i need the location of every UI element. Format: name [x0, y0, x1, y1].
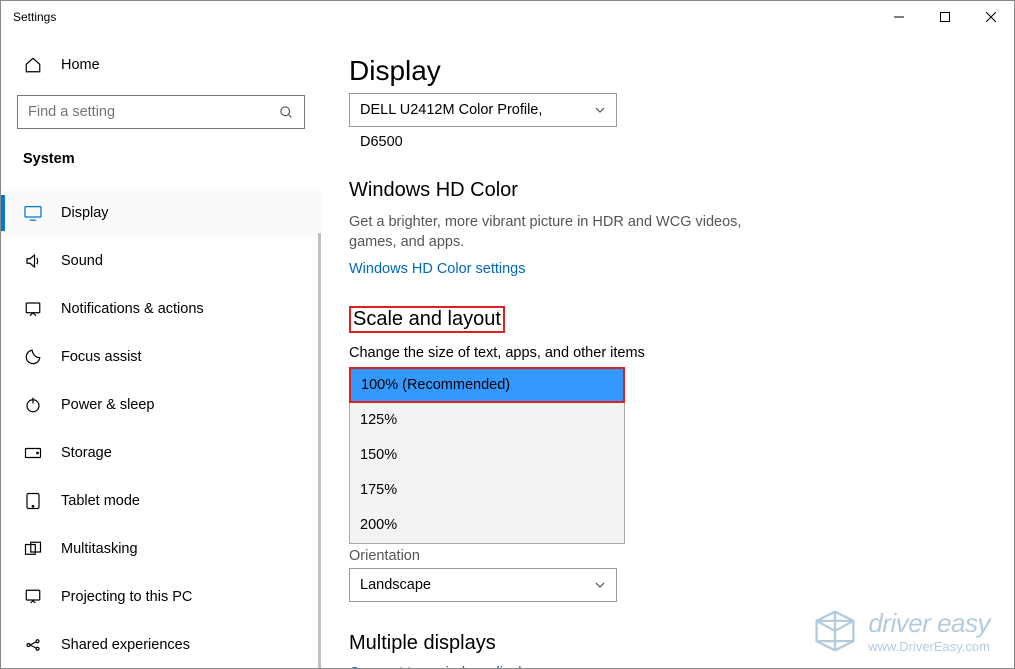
- scale-label: Change the size of text, apps, and other…: [349, 345, 1014, 361]
- close-button[interactable]: [968, 1, 1014, 33]
- sidebar-item-sound[interactable]: Sound: [1, 237, 321, 285]
- multitasking-icon: [23, 541, 43, 557]
- titlebar: Settings: [1, 1, 1014, 33]
- display-icon: [23, 205, 43, 221]
- scale-dropdown[interactable]: 100% (Recommended) 125% 150% 175% 200%: [349, 367, 625, 544]
- color-profile-selected: DELL U2412M Color Profile, D6500: [360, 102, 542, 150]
- content-area: Display DELL U2412M Color Profile, D6500…: [321, 33, 1014, 668]
- sidebar: Home System Display Sound: [1, 33, 321, 668]
- scale-option[interactable]: 125%: [350, 403, 624, 438]
- focus-icon: [23, 348, 43, 366]
- scale-option-selected[interactable]: 100% (Recommended): [349, 367, 625, 403]
- sidebar-item-label: Projecting to this PC: [61, 589, 192, 605]
- sidebar-item-projecting[interactable]: Projecting to this PC: [1, 573, 321, 621]
- watermark-line1: driver easy: [868, 608, 990, 639]
- sidebar-item-storage[interactable]: Storage: [1, 429, 321, 477]
- sidebar-item-label: Power & sleep: [61, 397, 155, 413]
- projecting-icon: [23, 588, 43, 606]
- sidebar-item-label: Tablet mode: [61, 493, 140, 509]
- shared-icon: [23, 636, 43, 654]
- notifications-icon: [23, 300, 43, 318]
- hdcolor-desc: Get a brighter, more vibrant picture in …: [349, 212, 769, 253]
- sidebar-item-multitasking[interactable]: Multitasking: [1, 525, 321, 573]
- orientation-dropdown[interactable]: Landscape: [349, 568, 617, 602]
- sidebar-item-shared[interactable]: Shared experiences: [1, 621, 321, 669]
- hdcolor-title: Windows HD Color: [349, 179, 1014, 202]
- window-controls: [876, 1, 1014, 33]
- home-label: Home: [61, 57, 100, 73]
- window-title: Settings: [13, 10, 56, 24]
- chevron-down-icon: [594, 104, 606, 116]
- sidebar-item-label: Storage: [61, 445, 112, 461]
- nav-list: Display Sound Notifications & actions Fo…: [1, 189, 321, 669]
- orientation-label: Orientation: [349, 548, 1014, 564]
- scale-option[interactable]: 150%: [350, 438, 624, 473]
- category-header: System: [1, 129, 321, 171]
- sidebar-item-notifications[interactable]: Notifications & actions: [1, 285, 321, 333]
- minimize-button[interactable]: [876, 1, 922, 33]
- scale-option[interactable]: 175%: [350, 473, 624, 508]
- connect-wireless-link[interactable]: Connect to a wireless display: [349, 665, 537, 668]
- sidebar-item-label: Multitasking: [61, 541, 138, 557]
- watermark-line2: www.DriverEasy.com: [868, 639, 990, 654]
- scale-option[interactable]: 200%: [350, 508, 624, 543]
- sidebar-item-label: Sound: [61, 253, 103, 269]
- orientation-selected: Landscape: [360, 577, 431, 593]
- scale-options-list: 125% 150% 175% 200%: [349, 403, 625, 544]
- scale-layout-title: Scale and layout: [349, 306, 505, 333]
- color-profile-dropdown[interactable]: DELL U2412M Color Profile, D6500: [349, 93, 617, 127]
- sidebar-item-power[interactable]: Power & sleep: [1, 381, 321, 429]
- storage-icon: [23, 446, 43, 460]
- tablet-icon: [23, 492, 43, 510]
- search-input-wrap[interactable]: [17, 95, 305, 129]
- home-button[interactable]: Home: [1, 43, 321, 87]
- search-input[interactable]: [28, 104, 279, 120]
- maximize-button[interactable]: [922, 1, 968, 33]
- sidebar-item-label: Focus assist: [61, 349, 142, 365]
- sidebar-item-label: Shared experiences: [61, 637, 190, 653]
- sidebar-item-focus[interactable]: Focus assist: [1, 333, 321, 381]
- page-title: Display: [349, 55, 1014, 87]
- power-icon: [23, 396, 43, 414]
- home-icon: [23, 56, 43, 74]
- sidebar-item-tablet[interactable]: Tablet mode: [1, 477, 321, 525]
- sound-icon: [23, 252, 43, 270]
- watermark: driver easy www.DriverEasy.com: [812, 608, 990, 654]
- sidebar-item-label: Display: [61, 205, 109, 221]
- sidebar-item-display[interactable]: Display: [1, 189, 321, 237]
- search-icon: [279, 105, 294, 120]
- hdcolor-link[interactable]: Windows HD Color settings: [349, 261, 525, 277]
- watermark-icon: [812, 608, 858, 654]
- sidebar-item-label: Notifications & actions: [61, 301, 204, 317]
- chevron-down-icon: [594, 579, 606, 591]
